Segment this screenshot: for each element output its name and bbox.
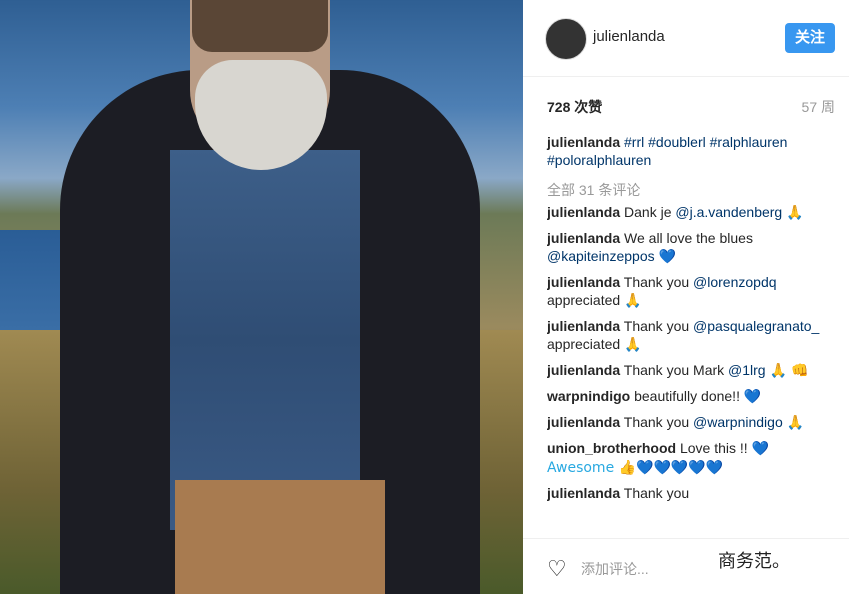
comment-item: julienlanda Thank you bbox=[547, 484, 837, 502]
comment-emoji: 💙 bbox=[743, 389, 762, 405]
comment-mention[interactable]: @j.a.vandenberg bbox=[675, 204, 782, 220]
watermark: 商务范。 bbox=[718, 551, 790, 571]
comment-item: julienlanda Thank you Mark @1lrg 🙏 👊 bbox=[547, 361, 837, 380]
comment-text: Thank you bbox=[623, 414, 694, 430]
caption-username[interactable]: julienlanda bbox=[547, 134, 620, 150]
comment-username[interactable]: julienlanda bbox=[547, 485, 620, 501]
comment-username[interactable]: julienlanda bbox=[547, 318, 620, 334]
comment-item: julienlanda Thank you @warpnindigo 🙏 bbox=[547, 413, 837, 432]
comments-list: julienlanda Dank je @j.a.vandenberg 🙏 ju… bbox=[547, 203, 837, 530]
comment-text: Dank je bbox=[624, 204, 676, 220]
comment-after: appreciated bbox=[547, 336, 625, 352]
comment-emoji: 🙏 bbox=[624, 293, 642, 309]
comment-mention[interactable]: @pasqualegranato_ bbox=[693, 318, 819, 334]
comment-username[interactable]: julienlanda bbox=[547, 274, 620, 290]
comment-item: julienlanda Thank you @pasqualegranato_ … bbox=[547, 317, 837, 354]
photo-denim-jacket bbox=[170, 150, 360, 530]
comment-item: julienlanda Thank you @lorenzopdq apprec… bbox=[547, 273, 837, 310]
avatar[interactable] bbox=[545, 18, 587, 60]
username[interactable]: julienlanda bbox=[593, 28, 665, 45]
comment-username[interactable]: julienlanda bbox=[547, 204, 620, 220]
photo-hat bbox=[192, 0, 328, 52]
comment-text: Thank you Mark bbox=[623, 362, 729, 378]
comment-emoji: 🙏 bbox=[786, 415, 805, 431]
comment-emoji: 💙 bbox=[751, 441, 770, 457]
comment-text: Thank you bbox=[623, 318, 694, 334]
comment-mention[interactable]: @kapiteinzeppos bbox=[547, 248, 655, 264]
comment-mention[interactable]: @1lrg bbox=[728, 362, 766, 378]
comment-after: appreciated bbox=[547, 292, 625, 308]
all-comments-link[interactable]: 全部 31 条评论 bbox=[547, 180, 640, 200]
comment-username[interactable]: julienlanda bbox=[547, 414, 620, 430]
comment-bar: ♡ 添加评论... 商务范。 bbox=[523, 538, 849, 595]
comment-mention[interactable]: @lorenzopdq bbox=[693, 274, 777, 290]
comment-text: Thank you bbox=[623, 485, 690, 501]
comment-item: julienlanda Dank je @j.a.vandenberg 🙏 bbox=[547, 203, 837, 222]
comment-text: Thank you bbox=[623, 274, 694, 290]
post-photo bbox=[0, 0, 523, 594]
comment-emoji: 🙏 👊 bbox=[769, 363, 809, 379]
comment-mention[interactable]: @warpnindigo bbox=[693, 414, 783, 430]
comment-username[interactable]: julienlanda bbox=[547, 230, 620, 246]
comment-text: Love this !! bbox=[679, 440, 752, 456]
post-side-panel: julienlanda 关注 728 次赞 57 周 julienlanda #… bbox=[523, 0, 849, 594]
likes-count[interactable]: 728 次赞 bbox=[547, 97, 602, 117]
comment-emoji: 💙 bbox=[658, 249, 676, 265]
comment-username[interactable]: julienlanda bbox=[547, 362, 620, 378]
heart-icon[interactable]: ♡ bbox=[547, 556, 567, 582]
comment-after: Awesome 👍💙💙💙💙💙 bbox=[547, 460, 724, 476]
caption: julienlanda #rrl #doublerl #ralphlauren … bbox=[547, 133, 831, 169]
comment-item: julienlanda We all love the blues @kapit… bbox=[547, 229, 837, 266]
post-age: 57 周 bbox=[801, 99, 835, 115]
comment-text: beautifully done!! bbox=[634, 388, 744, 404]
comment-emoji: 🙏 bbox=[624, 337, 642, 353]
comment-text: We all love the blues bbox=[624, 230, 753, 246]
post-header: julienlanda 关注 bbox=[523, 0, 849, 77]
comment-item: union_brotherhood Love this !! 💙 Awesome… bbox=[547, 439, 837, 477]
comment-emoji: 🙏 bbox=[786, 205, 804, 221]
comment-username[interactable]: warpnindigo bbox=[547, 388, 630, 404]
comment-item: warpnindigo beautifully done!! 💙 bbox=[547, 387, 837, 406]
follow-button[interactable]: 关注 bbox=[785, 23, 835, 53]
photo-pants bbox=[175, 480, 385, 594]
add-comment-input[interactable]: 添加评论... bbox=[581, 559, 649, 579]
comment-username[interactable]: union_brotherhood bbox=[547, 440, 676, 456]
